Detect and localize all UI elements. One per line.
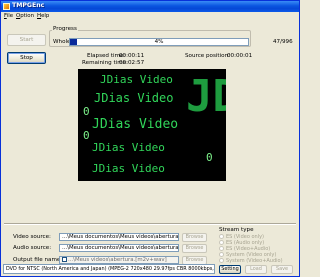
preview-line: JDias Video [92, 162, 165, 175]
elapsed-time-value: 00:00:11 [119, 53, 145, 59]
video-source-field[interactable]: ...\Meus documentos\Meus videos\abertura… [59, 233, 179, 241]
menu-file[interactable]: File [4, 13, 13, 19]
preview-digit: 0 [83, 105, 90, 118]
preview-big-text: JD [186, 71, 226, 122]
progress-group-label: Progress [52, 26, 78, 32]
tmpgenc-window: TMPGEnc File Option Help Start Stop Prog… [0, 0, 300, 277]
divider [4, 223, 296, 225]
source-position-value: 00:00:01 [227, 53, 253, 59]
output-checkbox[interactable] [62, 257, 67, 262]
progress-percent: 4% [154, 39, 164, 45]
save-button[interactable]: Save [271, 265, 293, 274]
stream-radio-system-video-audio[interactable]: System (Video+Audio) [219, 258, 283, 264]
setting-button[interactable]: Setting [219, 265, 241, 274]
whole-progress-bar: 4% [69, 38, 249, 46]
radio-icon [219, 246, 224, 251]
menu-option[interactable]: Option [16, 13, 34, 19]
video-source-label: Video source: [13, 234, 51, 240]
preview-line: JDias Video [94, 91, 174, 105]
output-file-field[interactable]: ...\Meus videos\abertura.[m2v+wav] [59, 256, 179, 264]
app-icon [3, 3, 10, 10]
audio-source-field[interactable]: ...\Meus documentos\Meus videos\abertura… [59, 244, 179, 252]
frame-counter: 47/996 [273, 39, 293, 45]
output-file-label: Output file name: [13, 257, 63, 263]
preview-line: JDias Video [100, 73, 173, 86]
start-button[interactable]: Start [7, 34, 46, 46]
preview-line: JDias Video [92, 117, 179, 132]
stop-button[interactable]: Stop [7, 52, 46, 64]
title-bar[interactable]: TMPGEnc [1, 1, 299, 12]
load-button[interactable]: Load [245, 265, 267, 274]
menu-help[interactable]: Help [37, 13, 49, 19]
preview-line: JDias Video [92, 141, 165, 154]
video-preview: JD JDias Video JDias Video JDias Video J… [78, 69, 226, 181]
radio-icon [219, 240, 224, 245]
radio-icon [219, 234, 224, 239]
radio-icon [219, 258, 224, 263]
audio-source-label: Audio source: [13, 245, 52, 251]
preview-digit: 0 [206, 151, 213, 164]
preview-digit: 0 [83, 129, 90, 142]
radio-icon [219, 252, 224, 257]
stream-type-label: Stream type [219, 227, 254, 233]
output-format-status: DVD for NTSC (North America and Japan) (… [3, 264, 215, 274]
audio-browse-button[interactable]: Browse [182, 244, 207, 253]
source-position-label: Source position: [185, 53, 231, 59]
window-title: TMPGEnc [12, 2, 45, 9]
menu-bar: File Option Help [1, 12, 299, 20]
remaining-time-value: 00:02:57 [119, 60, 145, 66]
video-browse-button[interactable]: Browse [182, 233, 207, 242]
